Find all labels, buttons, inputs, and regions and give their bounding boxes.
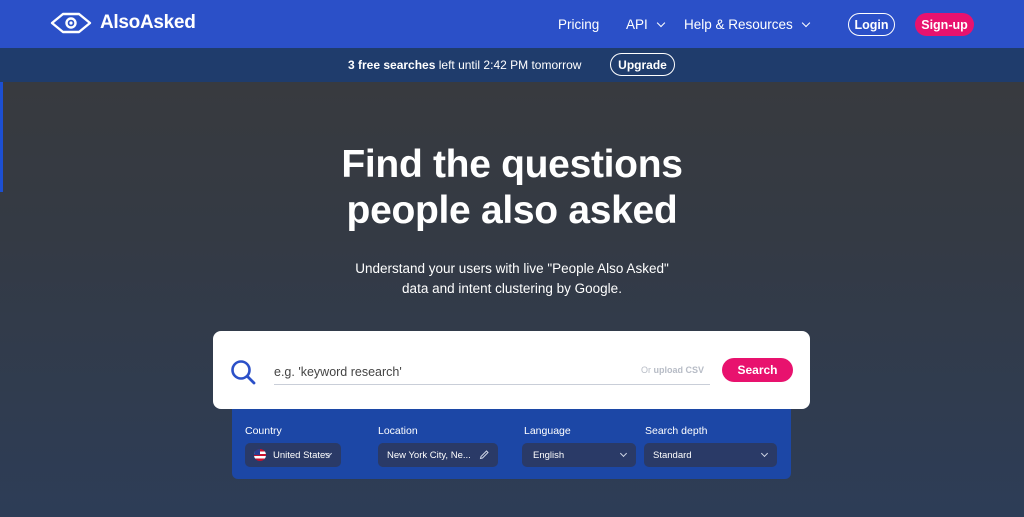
free-searches-reset: left until 2:42 PM tomorrow [435, 58, 582, 72]
search-depth-label: Search depth [645, 425, 708, 437]
language-label: Language [524, 425, 571, 437]
chevron-down-icon [801, 18, 811, 27]
brand-logo[interactable]: AlsoAsked [50, 11, 196, 35]
search-depth-value: Standard [653, 449, 692, 461]
brand-name: AlsoAsked [100, 12, 196, 33]
nav-pricing[interactable]: Pricing [558, 0, 599, 48]
chevron-down-icon [619, 449, 628, 458]
language-value: English [533, 449, 565, 461]
signup-button[interactable]: Sign-up [915, 13, 974, 36]
location-label: Location [378, 425, 418, 437]
upload-csv-label: upload CSV [653, 365, 705, 375]
location-value: New York City, Ne... [387, 449, 471, 461]
country-select[interactable]: United States [245, 443, 341, 467]
language-select[interactable]: English [522, 443, 636, 467]
search-card: Or upload CSV Search [213, 331, 810, 409]
nav-api-label: API [626, 16, 648, 32]
upload-csv-link[interactable]: Or upload CSV [641, 365, 704, 375]
hero-title: Find the questions people also asked [0, 142, 1024, 234]
chevron-down-icon [760, 449, 769, 458]
top-navbar: AlsoAsked Pricing API Help & Resources L… [0, 0, 1024, 48]
upload-or-text: Or [641, 365, 651, 375]
hero-title-line1: Find the questions [341, 143, 683, 186]
us-flag-icon [254, 449, 266, 461]
pencil-icon[interactable] [479, 449, 490, 460]
location-input[interactable]: New York City, Ne... [378, 443, 498, 467]
search-icon [231, 360, 256, 385]
nav-help-resources[interactable]: Help & Resources [684, 0, 811, 48]
chevron-down-icon [656, 18, 666, 27]
eye-logo-icon [50, 12, 92, 34]
hero-subtitle-line1: Understand your users with live "People … [355, 261, 669, 276]
search-button[interactable]: Search [722, 358, 793, 382]
upgrade-button[interactable]: Upgrade [610, 53, 675, 76]
hero-subtitle: Understand your users with live "People … [0, 259, 1024, 299]
hero-subtitle-line2: data and intent clustering by Google. [402, 281, 622, 296]
free-searches-banner: 3 free searches left until 2:42 PM tomor… [0, 48, 1024, 82]
nav-help-label: Help & Resources [684, 16, 793, 32]
search-options-panel: Country United States Location New York … [232, 409, 791, 479]
country-label: Country [245, 425, 282, 437]
nav-api[interactable]: API [626, 0, 666, 48]
free-searches-count: 3 free searches [348, 58, 436, 72]
country-value: United States [273, 449, 331, 461]
free-searches-text: 3 free searches left until 2:42 PM tomor… [348, 58, 581, 72]
nav-pricing-label: Pricing [558, 16, 600, 32]
hero-title-line2: people also asked [346, 189, 678, 232]
login-button[interactable]: Login [848, 13, 895, 36]
search-depth-select[interactable]: Standard [644, 443, 777, 467]
